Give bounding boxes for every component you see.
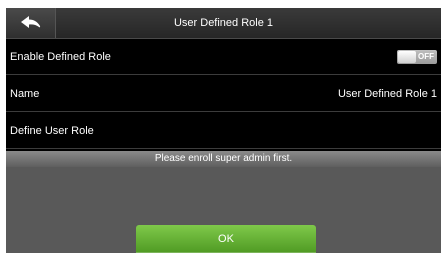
alert-dialog: Please enroll super admin first. OK (6, 151, 441, 253)
name-label: Name (10, 88, 40, 100)
dialog-message: Please enroll super admin first. (6, 151, 441, 167)
title-bar: User Defined Role 1 (6, 8, 441, 39)
page-title: User Defined Role 1 (173, 17, 274, 29)
back-button[interactable] (6, 8, 56, 38)
define-user-role-label: Define User Role (10, 125, 94, 137)
device-screen: User Defined Role 1 Enable Defined Role … (6, 8, 441, 253)
ok-button[interactable]: OK (136, 225, 316, 253)
name-value: User Defined Role 1 (337, 88, 437, 100)
row-define-user-role[interactable]: Define User Role (6, 113, 441, 149)
back-arrow-icon (20, 16, 40, 28)
toggle-state-text: OFF (418, 52, 434, 61)
enable-defined-role-toggle[interactable]: OFF (397, 50, 437, 64)
row-enable-defined-role[interactable]: Enable Defined Role OFF (6, 39, 441, 75)
toggle-knob (398, 51, 416, 63)
enable-defined-role-label: Enable Defined Role (10, 51, 111, 63)
row-name[interactable]: Name User Defined Role 1 (6, 76, 441, 112)
